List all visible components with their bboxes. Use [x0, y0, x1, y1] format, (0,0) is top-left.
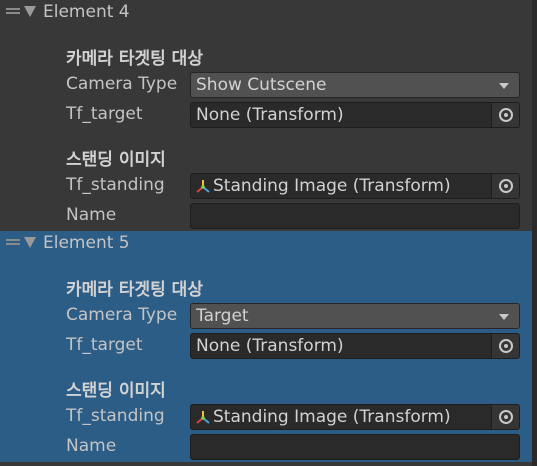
object-picker-button[interactable]: [491, 103, 519, 127]
name-label: Name: [66, 436, 117, 456]
tf-standing-label: Tf_standing: [66, 175, 165, 195]
transform-icon: [196, 180, 210, 193]
tf-standing-field[interactable]: Standing Image (Transform): [190, 404, 520, 430]
inspector-scrollbar[interactable]: [532, 0, 537, 466]
camera-type-label: Camera Type: [66, 74, 178, 94]
tf-standing-field[interactable]: Standing Image (Transform): [190, 173, 520, 199]
tf-target-field[interactable]: None (Transform): [190, 102, 520, 128]
camera-section-header: 카메라 타겟팅 대상: [66, 49, 203, 69]
element-title[interactable]: Element 4: [43, 2, 130, 22]
camera-section-header: 카메라 타겟팅 대상: [66, 280, 203, 300]
name-input[interactable]: [190, 434, 520, 460]
camera-type-label: Camera Type: [66, 305, 178, 325]
camera-type-value: Target: [196, 306, 249, 326]
foldout-arrow-icon[interactable]: [24, 237, 36, 248]
tf-target-label: Tf_target: [66, 335, 143, 355]
array-element-4: Element 4 카메라 타겟팅 대상 Camera Type Show Cu…: [0, 0, 532, 231]
transform-icon: [196, 411, 210, 424]
name-label: Name: [66, 205, 117, 225]
tf-target-label: Tf_target: [66, 104, 143, 124]
object-picker-button[interactable]: [491, 174, 519, 198]
element-title[interactable]: Element 5: [43, 233, 130, 253]
drag-handle-icon[interactable]: [6, 239, 20, 247]
standing-section-header: 스탠딩 이미지: [66, 150, 166, 170]
camera-type-dropdown[interactable]: Target: [190, 303, 520, 329]
standing-section-header: 스탠딩 이미지: [66, 381, 166, 401]
object-picker-button[interactable]: [491, 334, 519, 358]
camera-type-value: Show Cutscene: [196, 75, 327, 95]
dropdown-arrow-icon: [499, 314, 509, 320]
object-picker-icon: [499, 339, 513, 353]
tf-target-field[interactable]: None (Transform): [190, 333, 520, 359]
tf-standing-value: Standing Image (Transform): [213, 407, 451, 427]
dropdown-arrow-icon: [499, 83, 509, 89]
name-input[interactable]: [190, 203, 520, 229]
tf-standing-value: Standing Image (Transform): [213, 176, 451, 196]
object-picker-button[interactable]: [491, 405, 519, 429]
camera-type-dropdown[interactable]: Show Cutscene: [190, 72, 520, 98]
tf-target-value: None (Transform): [196, 105, 344, 125]
object-picker-icon: [499, 179, 513, 193]
drag-handle-icon[interactable]: [6, 8, 20, 16]
object-picker-icon: [499, 410, 513, 424]
foldout-arrow-icon[interactable]: [24, 6, 36, 17]
tf-target-value: None (Transform): [196, 336, 344, 356]
tf-standing-label: Tf_standing: [66, 406, 165, 426]
array-element-5: Element 5 카메라 타겟팅 대상 Camera Type Target …: [0, 231, 532, 462]
object-picker-icon: [499, 108, 513, 122]
